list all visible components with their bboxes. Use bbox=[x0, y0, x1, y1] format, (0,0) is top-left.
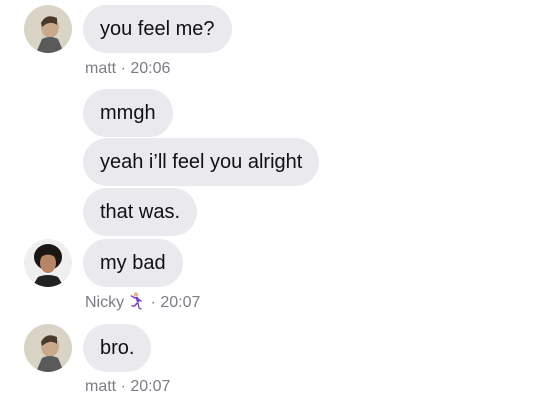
message-bubble[interactable]: bro. bbox=[83, 324, 152, 372]
message-text: mmgh bbox=[100, 102, 156, 124]
meta-separator: · bbox=[150, 294, 156, 311]
man-dancing-emoji bbox=[128, 292, 144, 316]
meta-separator: · bbox=[120, 60, 126, 77]
message-text: you feel me? bbox=[100, 18, 215, 40]
message-bubble[interactable]: yeah i’ll feel you alright bbox=[83, 138, 320, 186]
message-meta: Nicky · 20:07 bbox=[85, 292, 200, 316]
timestamp: 20:07 bbox=[160, 294, 201, 311]
message-bubble[interactable]: that was. bbox=[83, 188, 198, 236]
message-text: yeah i’ll feel you alright bbox=[100, 151, 303, 173]
message-bubble[interactable]: my bad bbox=[83, 239, 183, 287]
timestamp: 20:06 bbox=[130, 60, 171, 77]
message-bubble[interactable]: mmgh bbox=[83, 89, 173, 137]
message-meta: matt · 20:06 bbox=[85, 59, 170, 79]
sender-name[interactable]: matt bbox=[85, 60, 116, 77]
sender-name[interactable]: matt bbox=[85, 378, 116, 395]
avatar-matt[interactable] bbox=[24, 324, 72, 372]
sender-name[interactable]: Nicky bbox=[85, 294, 124, 311]
avatar-nicky[interactable] bbox=[24, 239, 72, 287]
message-bubble[interactable]: you feel me? bbox=[83, 5, 232, 53]
timestamp: 20:07 bbox=[130, 378, 171, 395]
meta-separator: · bbox=[120, 378, 126, 395]
message-text: bro. bbox=[100, 337, 135, 359]
message-text: that was. bbox=[100, 201, 181, 223]
avatar-matt[interactable] bbox=[24, 5, 72, 53]
message-meta: matt · 20:07 bbox=[85, 377, 170, 397]
message-text: my bad bbox=[100, 252, 166, 274]
